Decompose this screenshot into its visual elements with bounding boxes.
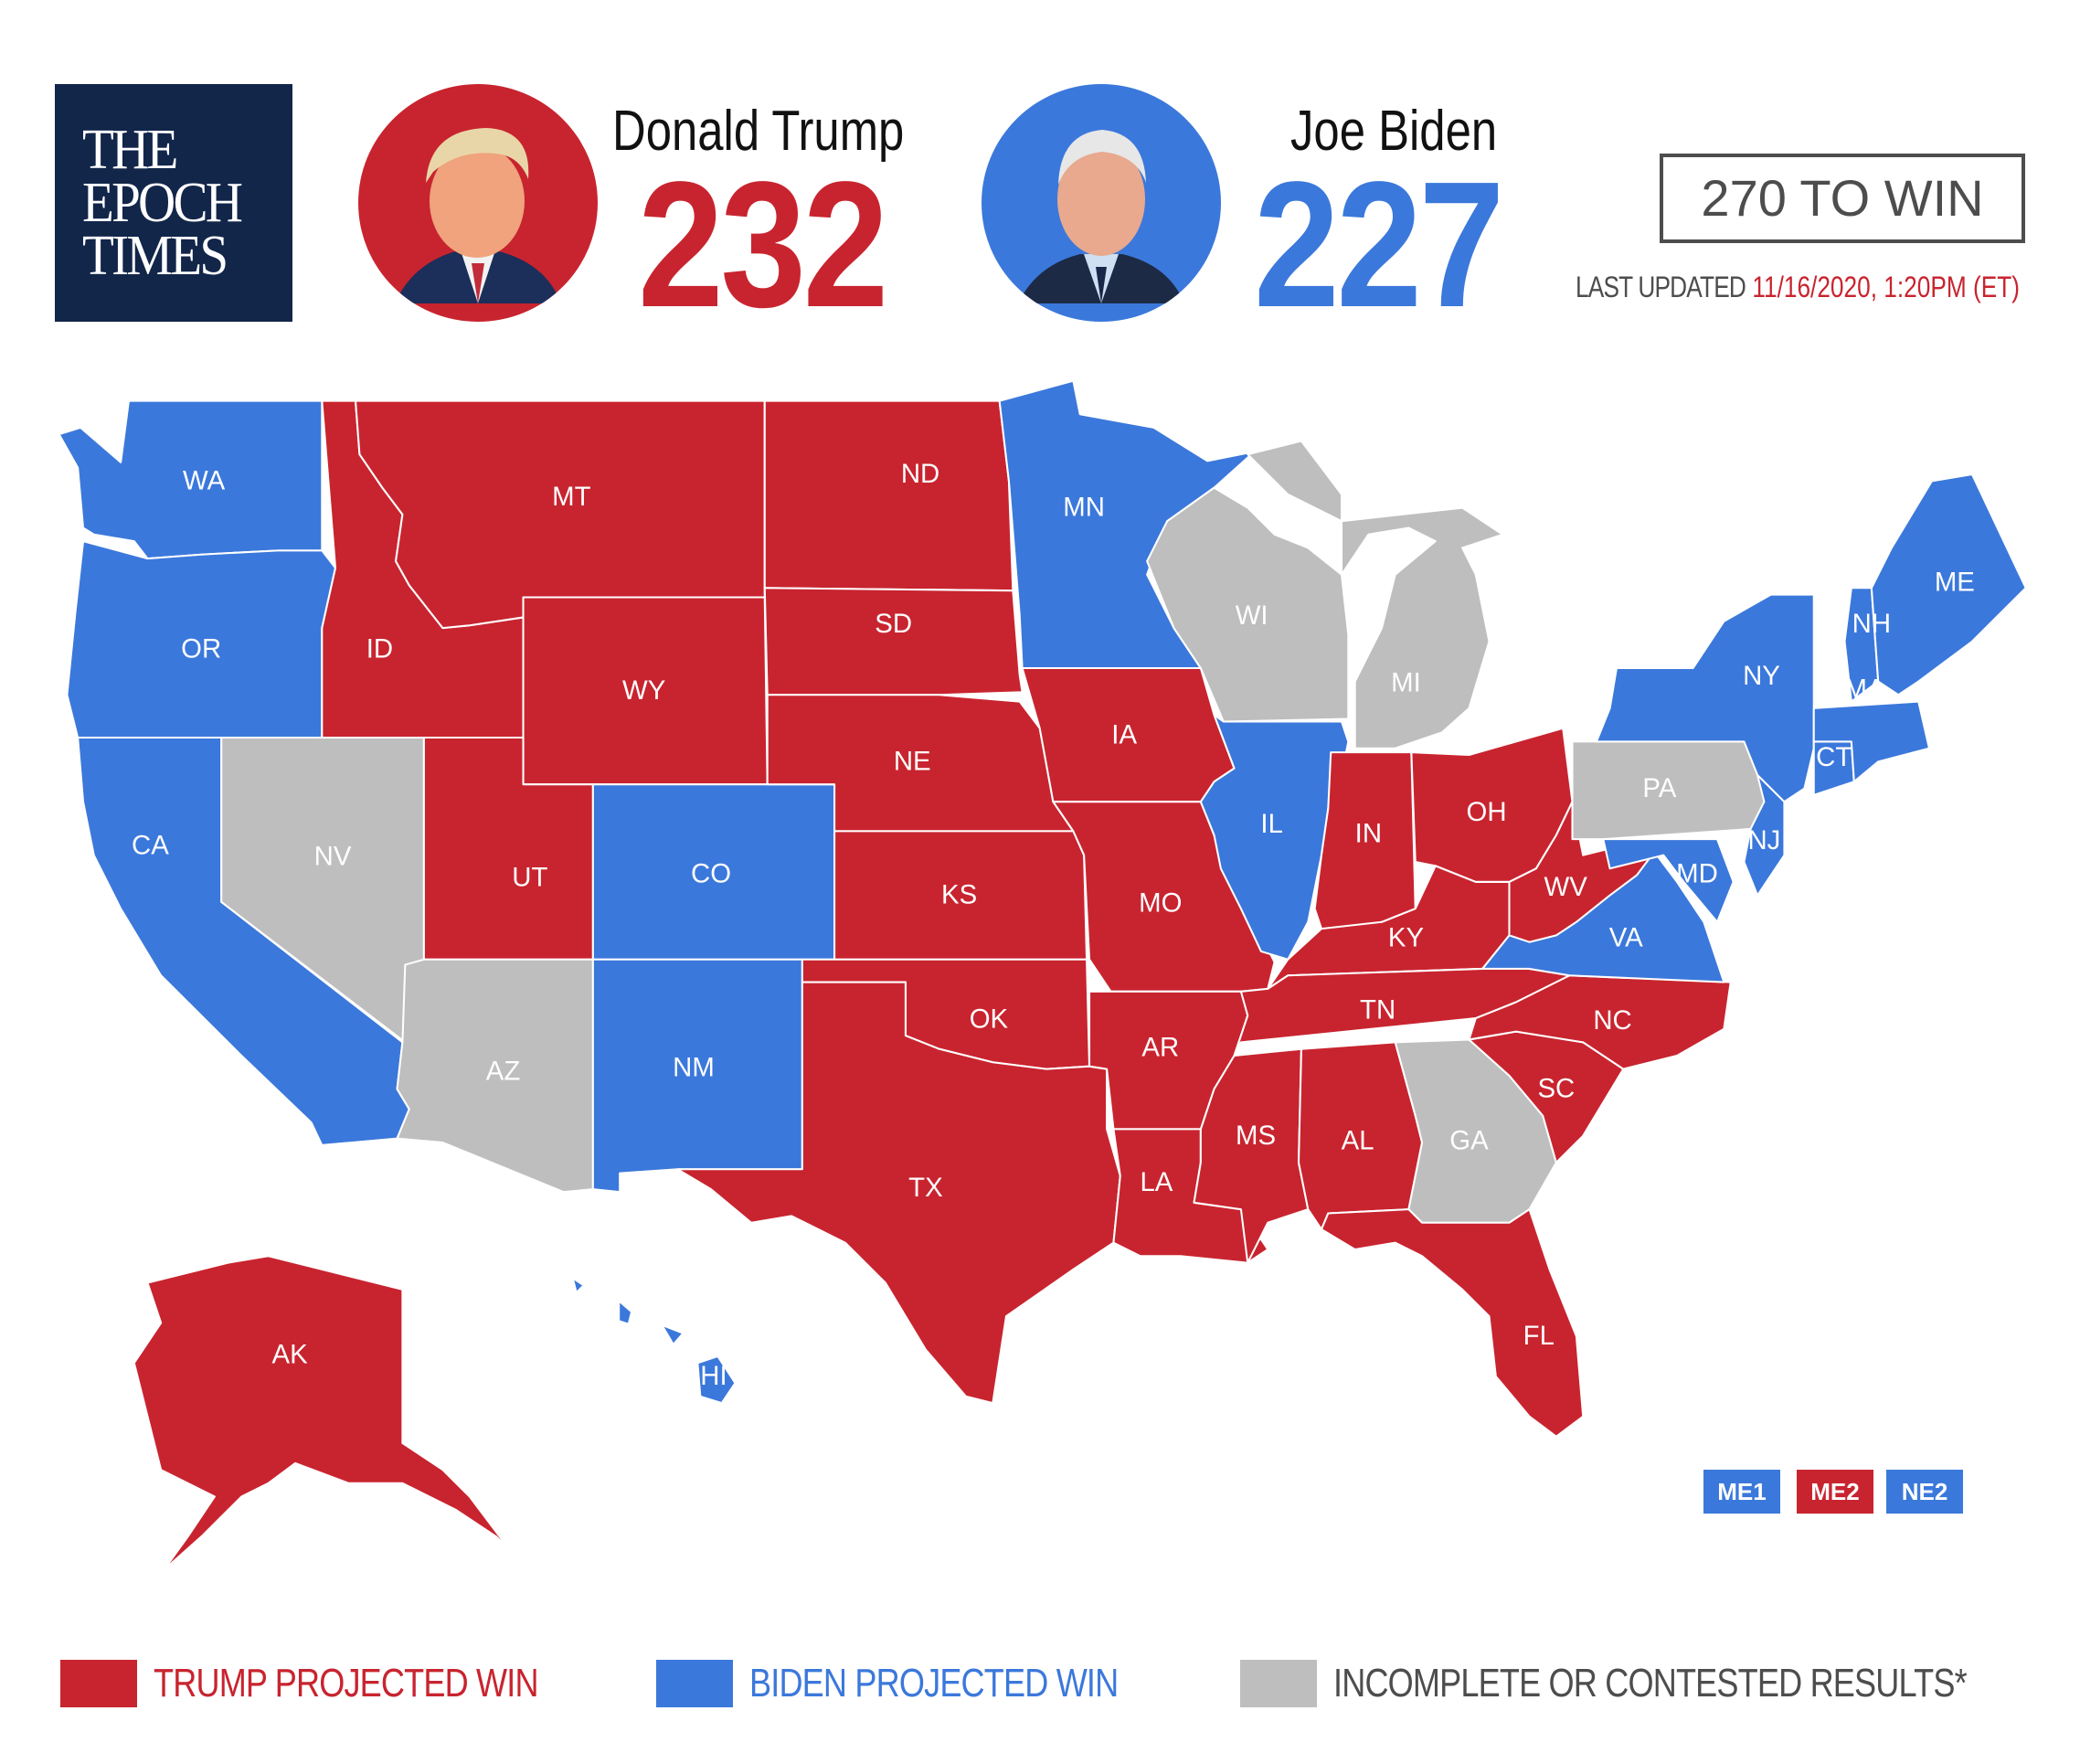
state-label-ut: UT: [512, 863, 547, 893]
state-label-in: IN: [1355, 819, 1382, 849]
state-label-ar: AR: [1141, 1032, 1179, 1062]
state-label-nj: NJ: [1747, 825, 1780, 855]
state-mt[interactable]: [354, 399, 766, 630]
state-label-md: MD: [1676, 858, 1718, 888]
state-nd[interactable]: [763, 399, 1014, 592]
state-hi-island: [663, 1326, 682, 1344]
state-label-hi: HI: [700, 1361, 727, 1391]
state-label-sd: SD: [875, 609, 912, 639]
state-label-ia: IA: [1111, 719, 1137, 749]
legend-swatch-biden: [656, 1660, 733, 1707]
state-hi-island: [620, 1302, 631, 1323]
state-label-me: ME: [1935, 568, 1975, 598]
state-label-nv: NV: [314, 841, 352, 871]
state-label-ne: NE: [894, 747, 931, 777]
state-label-la: LA: [1140, 1167, 1173, 1197]
state-label-nd: ND: [901, 459, 939, 489]
state-label-id: ID: [366, 634, 393, 664]
state-label-wa: WA: [183, 466, 226, 496]
district-badge-me2[interactable]: ME2: [1797, 1470, 1873, 1514]
state-label-wy: WY: [622, 675, 665, 706]
state-label-ok: OK: [970, 1004, 1009, 1035]
state-label-nh: NH: [1852, 609, 1891, 639]
state-label-ms: MS: [1236, 1121, 1276, 1151]
state-label-mi: MI: [1391, 667, 1421, 697]
state-label-ks: KS: [941, 880, 977, 910]
state-label-ny: NY: [1743, 661, 1780, 691]
state-label-ky: KY: [1388, 923, 1424, 953]
state-sd[interactable]: [763, 587, 1024, 696]
state-label-ct: CT: [1816, 742, 1852, 772]
state-label-il: IL: [1260, 809, 1282, 839]
state-label-mt: MT: [552, 482, 590, 512]
state-hi-island: [574, 1280, 583, 1291]
legend-label-biden: BIDEN PROJECTED WIN: [749, 1661, 1119, 1706]
state-label-mn: MN: [1063, 493, 1105, 523]
state-label-ga: GA: [1449, 1126, 1489, 1156]
state-label-pa: PA: [1642, 773, 1676, 803]
state-label-fl: FL: [1523, 1321, 1555, 1351]
state-label-wi: WI: [1236, 600, 1268, 631]
state-label-tn: TN: [1360, 995, 1396, 1025]
state-label-ma: MA: [1844, 675, 1884, 705]
legend-label-contested: INCOMPLETE OR CONTESTED RESULTS*: [1333, 1661, 1968, 1706]
legend-swatch-contested: [1240, 1660, 1317, 1707]
state-label-wv: WV: [1544, 872, 1588, 902]
legend-label-trump: TRUMP PROJECTED WIN: [154, 1661, 539, 1706]
state-label-ak: AK: [272, 1340, 309, 1370]
state-label-va: VA: [1609, 923, 1643, 953]
state-label-or: OR: [181, 634, 221, 664]
district-badge-ne2[interactable]: NE2: [1886, 1470, 1963, 1514]
legend-swatch-trump: [60, 1660, 137, 1707]
state-label-co: CO: [691, 858, 731, 888]
state-label-mo: MO: [1139, 888, 1182, 919]
state-label-az: AZ: [486, 1057, 521, 1087]
state-label-nm: NM: [673, 1052, 715, 1082]
state-label-sc: SC: [1537, 1074, 1575, 1104]
state-label-tx: TX: [908, 1173, 943, 1203]
district-badge-me1[interactable]: ME1: [1703, 1470, 1780, 1514]
state-label-ca: CA: [132, 831, 169, 861]
state-label-nc: NC: [1593, 1005, 1631, 1036]
state-label-oh: OH: [1467, 797, 1507, 827]
state-ak[interactable]: [133, 1255, 518, 1571]
state-label-al: AL: [1342, 1126, 1374, 1156]
